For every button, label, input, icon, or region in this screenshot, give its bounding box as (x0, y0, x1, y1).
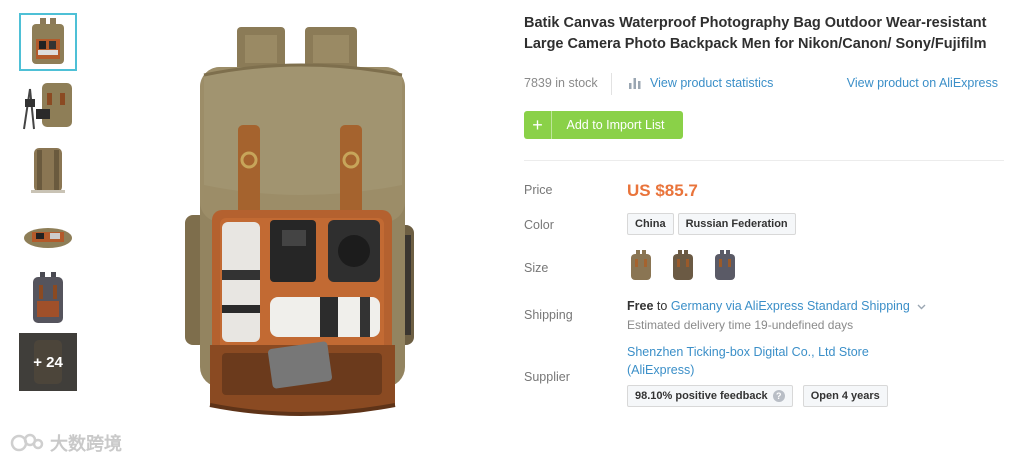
product-title: Batik Canvas Waterproof Photography Bag … (524, 15, 987, 52)
backpack-image (185, 27, 414, 416)
main-product-image[interactable] (170, 15, 430, 425)
stock-divider (611, 73, 612, 95)
shipping-method-dropdown[interactable]: Germany via AliExpress Standard Shipping (671, 299, 927, 313)
add-to-import-list-label: Add to Import List (566, 118, 665, 132)
shipping-info: Free to Germany via AliExpress Standard … (627, 299, 1007, 332)
watermark: 大数跨境 (10, 430, 122, 456)
size-swatch-gray[interactable] (711, 248, 739, 282)
open-years-badge: Open 4 years (802, 385, 888, 408)
view-statistics-label: View product statistics (650, 76, 774, 90)
estimated-delivery: Estimated delivery time 19-undefined day… (627, 318, 854, 332)
color-option-russian-federation[interactable]: Russian Federation (677, 213, 796, 235)
shipping-line: Free to Germany via AliExpress Standard … (627, 299, 1007, 313)
supplier-badges: 98.10% positive feedback? Open 4 years (627, 385, 897, 408)
backpack-gray-icon (715, 250, 735, 280)
stock-count: 7839 in stock (524, 76, 598, 90)
view-on-aliexpress-link[interactable]: View product on AliExpress (847, 76, 998, 90)
backpack-dark-thumb-icon (33, 272, 63, 323)
size-swatch-coffee[interactable] (669, 248, 697, 282)
shipping-free: Free (627, 299, 654, 313)
chevron-down-icon (917, 304, 926, 310)
color-label: Color (524, 218, 554, 232)
backpack-thumb-icon (32, 18, 64, 64)
thumbnail-2[interactable] (19, 77, 77, 135)
view-statistics-link[interactable]: View product statistics (628, 76, 773, 90)
thumbnail-3[interactable] (19, 141, 77, 199)
backpack-back-thumb-icon (31, 148, 65, 193)
price-value: US $85.7 (627, 181, 698, 200)
color-options: China Russian Federation (627, 213, 800, 235)
help-icon[interactable]: ? (772, 390, 785, 403)
backpack-coffee-icon (673, 250, 693, 280)
plus-icon: + (524, 111, 552, 139)
thumbnail-more[interactable]: + 24 (19, 333, 77, 391)
more-images-count: + 24 (19, 333, 77, 391)
thumbnail-1[interactable] (19, 13, 77, 71)
section-divider (524, 160, 1004, 161)
backpack-tripod-thumb-icon (23, 83, 72, 130)
backpack-lying-thumb-icon (24, 228, 72, 248)
positive-feedback-label: 98.10% positive feedback (635, 390, 768, 402)
supplier-store-link[interactable]: Shenzhen Ticking-box Digital Co., Ltd St… (627, 343, 897, 379)
price-label: Price (524, 183, 553, 197)
watermark-logo-icon (10, 433, 44, 452)
supplier-info: Shenzhen Ticking-box Digital Co., Ltd St… (627, 343, 897, 408)
size-swatches (627, 248, 739, 282)
backpack-khaki-icon (631, 250, 651, 280)
stock-row: 7839 in stock View product statistics Vi… (524, 73, 1004, 95)
shipping-method-label: Germany via AliExpress Standard Shipping (670, 299, 910, 313)
watermark-text: 大数跨境 (50, 434, 122, 454)
supplier-label: Supplier (524, 370, 570, 384)
thumbnail-4[interactable] (19, 205, 77, 263)
shipping-to: to (656, 299, 668, 313)
bar-chart-icon (629, 78, 641, 89)
add-to-import-list-button[interactable]: + Add to Import List (524, 111, 683, 139)
size-label: Size (524, 261, 549, 275)
size-swatch-khaki[interactable] (627, 248, 655, 282)
positive-feedback-badge: 98.10% positive feedback? (627, 385, 793, 408)
shipping-label: Shipping (524, 308, 573, 322)
thumbnail-5[interactable] (19, 269, 77, 327)
color-option-china[interactable]: China (627, 213, 674, 235)
